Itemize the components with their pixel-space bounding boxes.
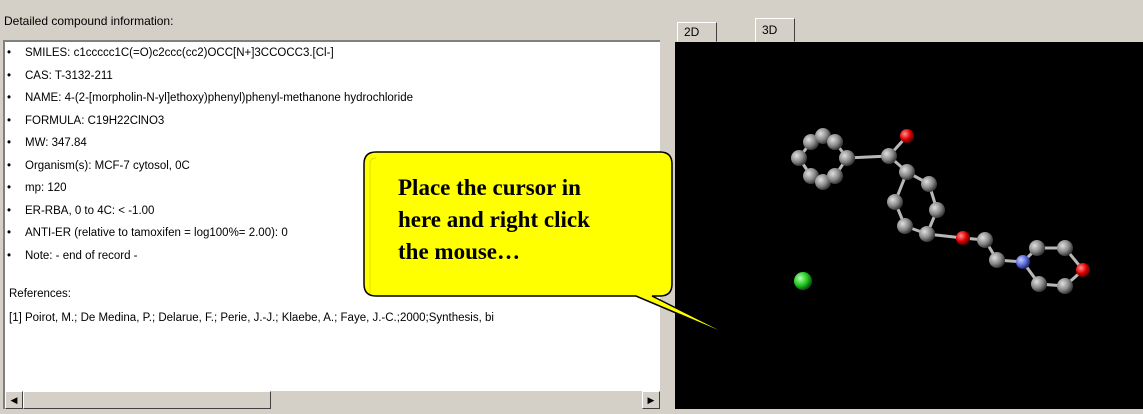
info-item-text: NAME: 4-(2-[morpholin-N-yl]ethoxy)phenyl… <box>25 92 413 104</box>
tab-3d-view[interactable]: 3D View <box>755 18 795 59</box>
callout-line: here and right click <box>398 207 590 232</box>
tab-2d-view[interactable]: 2D View <box>677 22 717 57</box>
bullet-icon: • <box>7 204 12 217</box>
bullet-icon: • <box>7 114 12 127</box>
molecule-atoms <box>791 128 1090 294</box>
chloride-ion <box>794 272 812 290</box>
scroll-thumb[interactable] <box>23 391 271 409</box>
info-item-text: MW: 347.84 <box>25 137 87 149</box>
info-item-text: SMILES: c1ccccc1C(=O)c2ccc(cc2)OCC[N+]3C… <box>25 47 334 59</box>
info-item-name: • NAME: 4-(2-[morpholin-N-yl]ethoxy)pheny… <box>5 87 660 110</box>
bullet-icon: • <box>7 69 12 82</box>
scroll-left-button[interactable]: ◀ <box>5 391 23 409</box>
callout-line: Place the cursor in <box>398 175 581 200</box>
bullet-icon: • <box>7 182 12 194</box>
horizontal-scrollbar[interactable]: ◀ ▶ <box>5 390 660 409</box>
bullet-icon: • <box>7 227 12 239</box>
info-item-smiles: • SMILES: c1ccccc1C(=O)c2ccc(cc2)OCC[N+]3… <box>5 42 660 65</box>
bullet-icon: • <box>7 159 12 172</box>
info-item-cas: • CAS: T-3132-211 <box>5 65 660 88</box>
scroll-right-button[interactable]: ▶ <box>642 391 660 409</box>
references-title: References: <box>9 288 72 300</box>
callout-line: the mouse… <box>398 239 521 264</box>
info-item-text: Organism(s): MCF-7 cytosol, 0C <box>25 159 190 172</box>
bullet-icon: • <box>7 137 12 149</box>
info-item-text: FORMULA: C19H22ClNO3 <box>25 114 165 127</box>
callout-text: Place the cursor in here and right click… <box>398 172 678 268</box>
info-item-text: ANTI-ER (relative to tamoxifen = log100%… <box>25 227 288 239</box>
info-item-text: Note: - end of record - <box>25 249 138 262</box>
info-item-formula: • FORMULA: C19H22ClNO3 <box>5 110 660 133</box>
info-item-text: ER-RBA, 0 to 4C: < -1.00 <box>25 204 155 217</box>
bullet-icon: • <box>7 249 12 262</box>
info-item-text: mp: 120 <box>25 182 67 194</box>
bullet-icon: • <box>7 47 12 59</box>
compound-info-title: Detailed compound information: <box>4 14 174 28</box>
info-item-text: CAS: T-3132-211 <box>25 69 113 82</box>
bullet-icon: • <box>7 92 12 104</box>
